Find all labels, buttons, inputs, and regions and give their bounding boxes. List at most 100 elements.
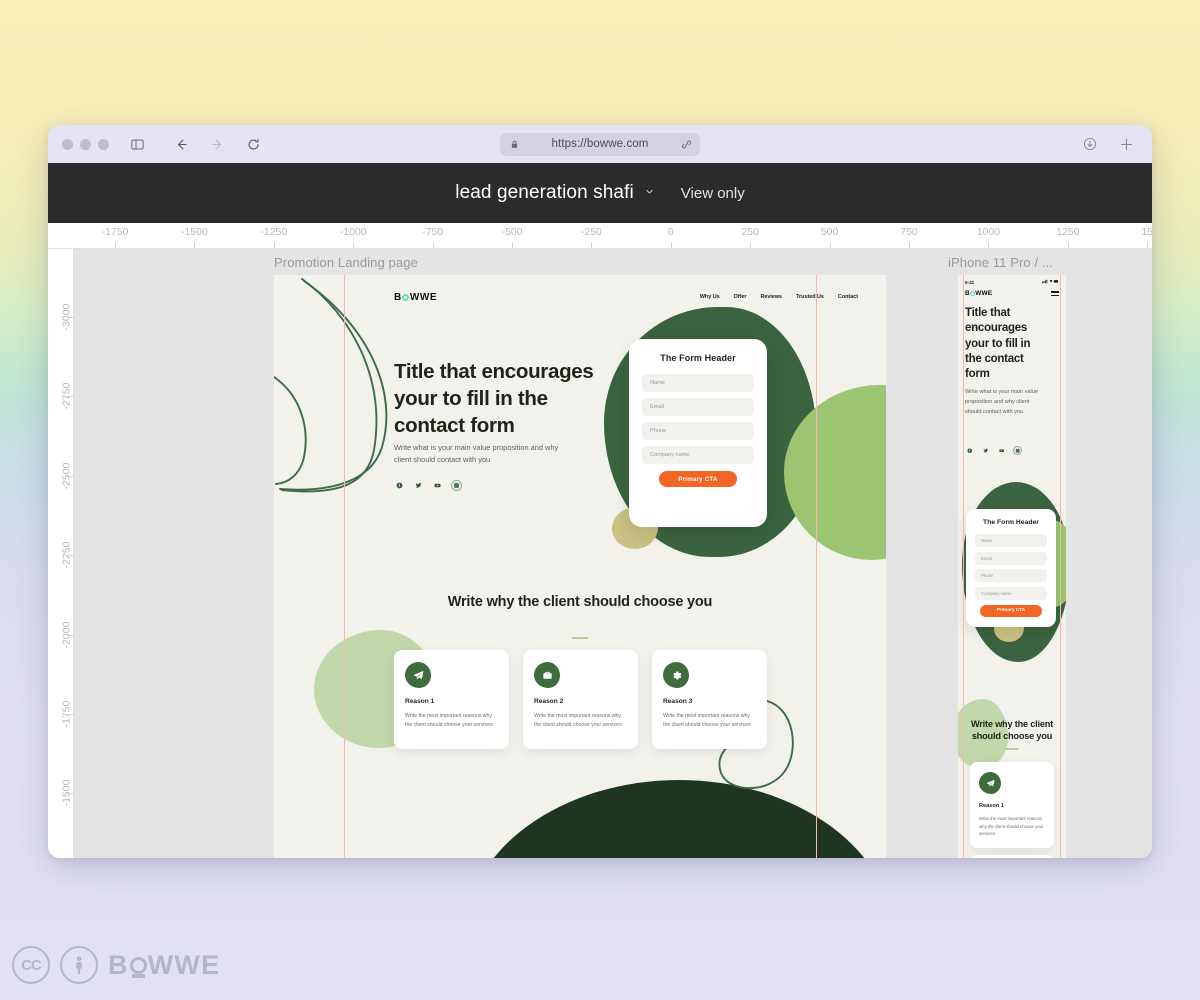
ruler-tick-h: 250 — [720, 223, 780, 248]
horizontal-ruler[interactable]: -1750 -1500 -1250 -1000 -750 -500 -250 0 250 500 7… — [48, 223, 1152, 249]
desktop-artboard[interactable]: B WWE Why Us Offer Reviews Trusted Us Con… — [274, 275, 886, 858]
mobile-primary-cta-button[interactable]: Primary CTA — [980, 604, 1042, 617]
email-field[interactable]: Email — [642, 398, 754, 416]
site-menu[interactable]: Why Us Offer Reviews Trusted Us Contact — [700, 294, 858, 300]
ruler-tick-label: 750 — [900, 226, 918, 238]
ruler-tick-v: -2250 — [48, 525, 74, 585]
ruler-tick-h: -1250 — [244, 223, 304, 248]
address-bar[interactable]: https://bowwe.com — [500, 132, 700, 156]
sidebar-toggle-icon[interactable] — [125, 132, 149, 156]
ruler-tick-h: -1000 — [323, 223, 383, 248]
mobile-reasons-section-title: Write why the client should choose you — [970, 719, 1054, 742]
minimize-window-button[interactable] — [80, 138, 91, 150]
reload-icon[interactable] — [241, 132, 265, 156]
youtube-icon[interactable] — [432, 480, 443, 491]
form-header: The Form Header — [660, 353, 736, 363]
primary-cta-button[interactable]: Primary CTA — [659, 471, 737, 487]
mobile-company-name-field[interactable]: Company name — [975, 586, 1047, 600]
hero-title: Title that encourages your to fill in th… — [394, 360, 594, 438]
mobile-social-links[interactable] — [965, 446, 1022, 455]
ruler-tick-label: 0 — [667, 226, 674, 238]
reason-card[interactable]: Reason 3 Write the most important reason… — [652, 650, 767, 749]
instagram-icon[interactable] — [1013, 446, 1022, 455]
ruler-tick-v: -2500 — [48, 446, 74, 506]
mobile-lead-form-card[interactable]: The Form Header Name Email Phone Company… — [966, 509, 1056, 627]
nav-item-reviews[interactable]: Reviews — [760, 294, 782, 300]
browser-right-actions[interactable] — [1078, 132, 1138, 156]
maximize-window-button[interactable] — [98, 138, 109, 150]
ruler-tick-label: 1250 — [1056, 226, 1080, 238]
mobile-phone-field[interactable]: Phone — [975, 569, 1047, 582]
ruler-tick-label: -750 — [422, 226, 444, 238]
instagram-icon[interactable] — [451, 480, 462, 491]
ruler-tick-h: 500 — [800, 223, 860, 248]
mobile-name-field[interactable]: Name — [975, 534, 1047, 547]
download-icon[interactable] — [1078, 132, 1102, 156]
dark-hill-shape — [464, 780, 886, 858]
site-logo[interactable]: B WWE — [394, 292, 437, 303]
ruler-tick-v: -1500 — [48, 763, 74, 823]
lock-icon — [508, 138, 520, 150]
document-title[interactable]: lead generation shafi — [455, 182, 634, 204]
logo-rest: WWE — [409, 291, 438, 303]
link-icon[interactable] — [680, 138, 692, 150]
ruler-tick-v: -2000 — [48, 605, 74, 665]
mobile-guide-right — [1060, 275, 1061, 858]
mobile-hero-title: Title that encourages your to fill in th… — [965, 307, 1031, 381]
facebook-icon[interactable] — [965, 446, 974, 455]
nav-item-trusted-us[interactable]: Trusted Us — [796, 294, 824, 300]
plus-icon[interactable] — [1114, 132, 1138, 156]
mobile-artboard-label[interactable]: iPhone 11 Pro / ... — [948, 255, 1053, 270]
phone-field[interactable]: Phone — [642, 422, 754, 440]
ruler-tick-label: 1000 — [976, 226, 1001, 238]
reason-card[interactable]: Reason 2 Write the most important reason… — [523, 650, 638, 749]
design-canvas[interactable]: -3000 -2750 -2500 -2250 -2000 -1750 -1500 Prom… — [48, 249, 1152, 858]
view-only-label[interactable]: View only — [681, 185, 745, 202]
mobile-email-field[interactable]: Email — [975, 551, 1047, 565]
browser-window: https://bowwe.com lead generation shafi … — [48, 125, 1152, 858]
ruler-tick-h: -750 — [403, 223, 463, 248]
vertical-ruler[interactable]: -3000 -2750 -2500 -2250 -2000 -1750 -1500 — [48, 249, 74, 858]
mobile-reason-card[interactable]: Reason 1 Write the most important reason… — [970, 762, 1054, 848]
reason-card[interactable]: Reason 1 Write the most important reason… — [394, 650, 509, 749]
ruler-tick-v: -3000 — [48, 287, 74, 347]
browser-nav-buttons[interactable] — [169, 132, 265, 156]
reason-body: Write the most important reasons why the… — [405, 713, 493, 729]
close-window-button[interactable] — [62, 138, 73, 150]
twitter-icon[interactable] — [981, 446, 990, 455]
ruler-tick-h: -1500 — [164, 223, 224, 248]
ruler-tick-h: 15 — [1117, 223, 1152, 248]
url-text[interactable]: https://bowwe.com — [520, 138, 680, 150]
window-traffic-lights[interactable] — [62, 138, 109, 150]
nav-item-why-us[interactable]: Why Us — [700, 294, 720, 300]
mobile-site-logo[interactable]: B WWE — [965, 290, 992, 297]
reasons-section-title: Write why the client should choose you — [447, 594, 713, 610]
nav-item-contact[interactable]: Contact — [838, 294, 858, 300]
youtube-icon[interactable] — [997, 446, 1006, 455]
desktop-artboard-label[interactable]: Promotion Landing page — [274, 255, 418, 270]
nav-item-offer[interactable]: Offer — [734, 294, 747, 300]
mobile-artboard[interactable]: 9:41 B WWE Title that encourages your to… — [958, 275, 1066, 858]
ruler-tick-label: -1000 — [339, 226, 367, 238]
company-name-field[interactable]: Company name — [642, 446, 754, 464]
reason-body: Write the most important reasons why the… — [534, 713, 622, 729]
mobile-guide-left — [963, 275, 964, 858]
paper-plane-icon — [979, 772, 1001, 794]
lead-form-card[interactable]: The Form Header Name Email Phone Company… — [629, 339, 767, 527]
hamburger-menu-icon[interactable] — [1051, 291, 1059, 296]
name-field[interactable]: Name — [642, 374, 754, 392]
ruler-tick-label: -250 — [580, 226, 602, 238]
watermark-brand: B WWE — [108, 950, 220, 981]
ruler-tick-label: 15 — [1141, 226, 1152, 238]
logo-b: B — [394, 291, 402, 303]
mobile-reason-body: Write the most important reasons why the… — [979, 816, 1044, 837]
brand-b: B — [108, 949, 129, 980]
back-arrow-icon[interactable] — [169, 132, 193, 156]
reason-title: Reason 3 — [663, 698, 693, 705]
mobile-reason-card[interactable] — [970, 855, 1054, 858]
chevron-down-icon[interactable] — [644, 186, 655, 200]
reason-body: Write the most important reasons why the… — [663, 713, 751, 729]
status-indicators — [1042, 279, 1059, 285]
ruler-tick-h: -1750 — [85, 223, 145, 248]
reasons-card-row: Reason 1 Write the most important reason… — [394, 650, 767, 749]
